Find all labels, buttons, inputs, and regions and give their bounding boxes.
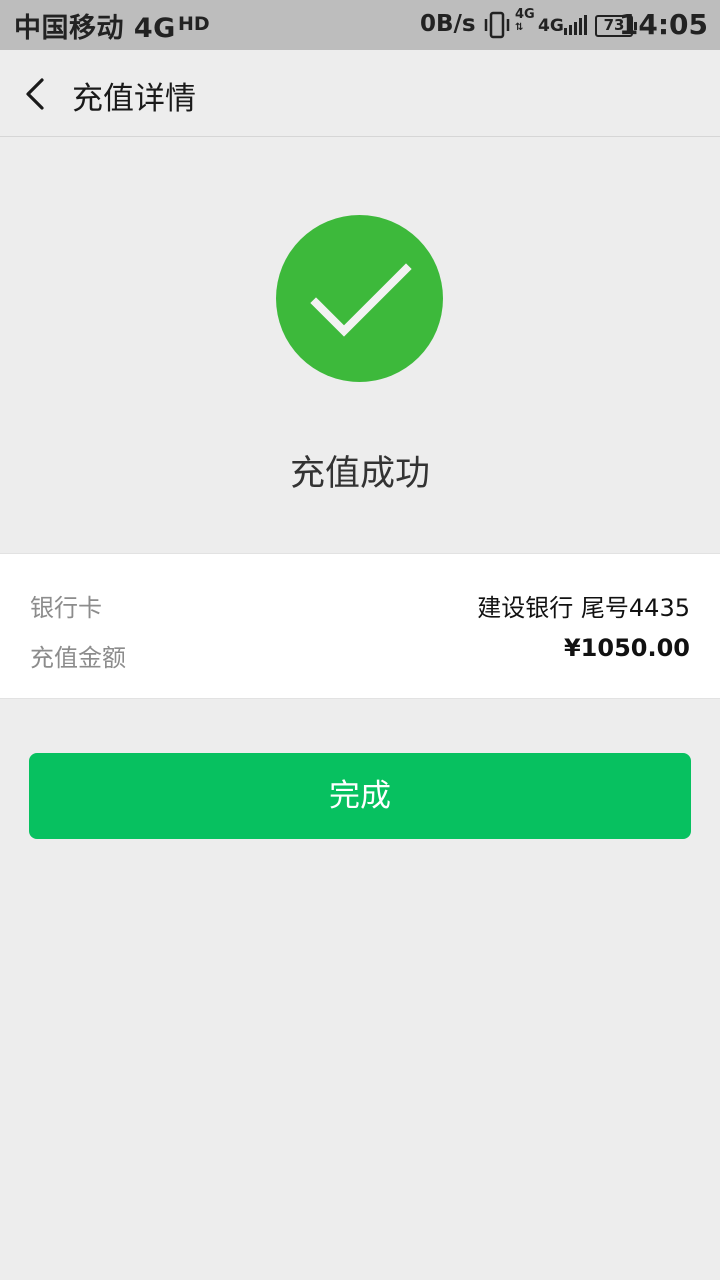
amount-label: 充值金额: [30, 644, 126, 672]
check-circle-icon: [276, 215, 443, 382]
signal-icon: [563, 14, 589, 36]
bank-card-label: 银行卡: [30, 594, 102, 622]
vibrate-icon: [482, 11, 512, 39]
network-type: 4G: [538, 16, 564, 36]
done-button[interactable]: 完成: [29, 753, 691, 839]
bank-card-value: 建设银行 尾号4435: [477, 594, 690, 622]
back-button[interactable]: [18, 74, 54, 114]
page-title: 充值详情: [72, 81, 196, 117]
result-message: 充值成功: [289, 454, 430, 494]
hd-badge: HD: [178, 13, 210, 35]
network-type-small-label: 4G: [515, 7, 535, 22]
chevron-left-icon: [26, 78, 44, 110]
network-speed: 0B/s: [420, 11, 476, 37]
payment-details-card: 银行卡 建设银行 尾号4435 充值金额 ¥1050.00: [0, 553, 720, 699]
status-bar: 中国移动 4G HD 0B/s 4G ⇅ 4G 73 14:05: [0, 0, 720, 50]
data-arrows-icon: ⇅: [515, 22, 525, 33]
carrier-label: 中国移动 4G: [14, 13, 176, 44]
amount-value: ¥1050.00: [563, 634, 690, 662]
network-type-small: 4G ⇅: [515, 8, 535, 34]
clock: 14:05: [618, 8, 708, 41]
nav-bar: 充值详情: [0, 50, 720, 137]
